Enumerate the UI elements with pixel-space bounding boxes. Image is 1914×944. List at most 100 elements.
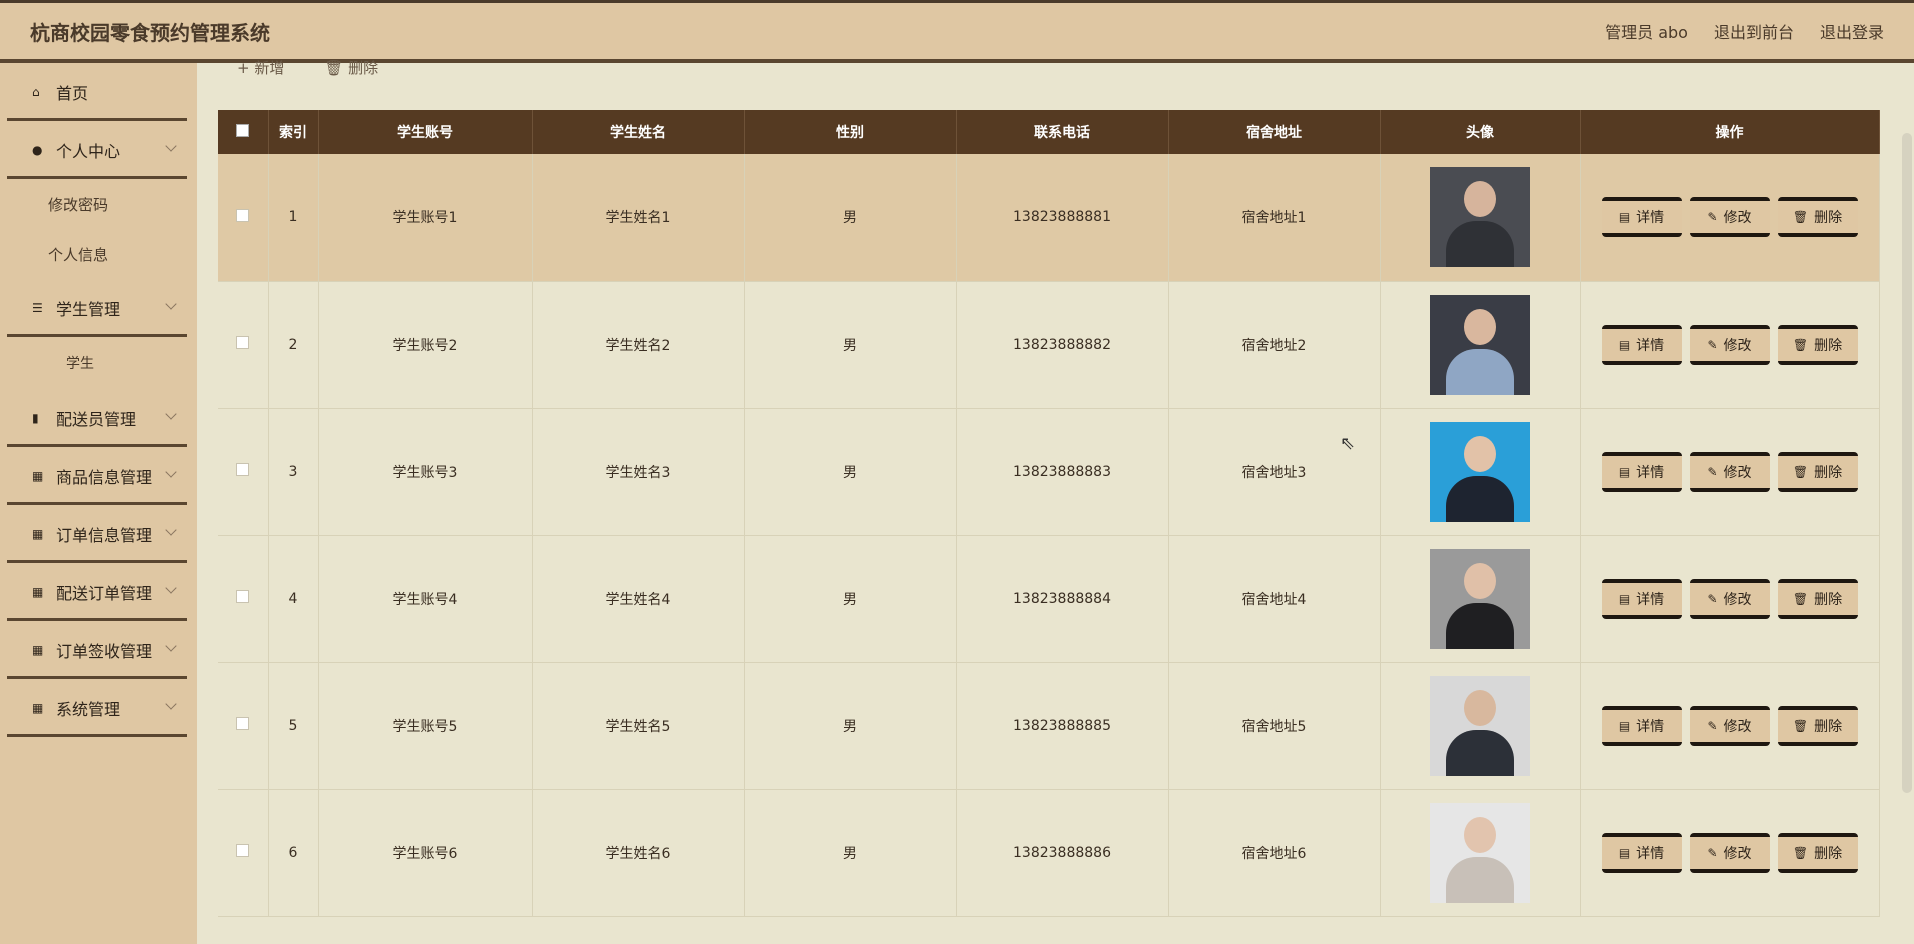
table-row: 4 学生账号4 学生姓名4 男 13823888884 宿舍地址4 ▤ 详情 ✎ 修… xyxy=(218,535,1880,663)
cell-gender: 男 xyxy=(744,154,957,282)
pencil-icon: ✎ xyxy=(1707,464,1718,479)
cell-address: 宿舍地址2 xyxy=(1168,281,1381,409)
col-gender: 性别 xyxy=(744,110,957,154)
cell-gender: 男 xyxy=(744,535,957,663)
col-address: 宿舍地址 xyxy=(1168,110,1381,154)
pencil-icon: ✎ xyxy=(1707,845,1718,860)
books-icon: ▮ xyxy=(32,411,39,425)
home-icon: ⌂ xyxy=(32,85,40,99)
cell-phone: 13823888886 xyxy=(956,789,1169,917)
table-row: 6 学生账号6 学生姓名6 男 13823888886 宿舍地址6 ▤ 详情 ✎ 修… xyxy=(218,789,1880,917)
edit-button[interactable]: ✎ 修改 xyxy=(1689,578,1770,619)
delete-button[interactable]: 🗑 删除 xyxy=(1777,578,1858,619)
cell-index: 3 xyxy=(268,408,319,536)
cell-address: 宿舍地址5 xyxy=(1168,662,1381,790)
table-row: 1 学生账号1 学生姓名1 男 13823888881 宿舍地址1 ▤ 详情 ✎ 修… xyxy=(218,154,1880,282)
grid-icon: ▦ xyxy=(32,527,44,541)
bulk-delete-button[interactable]: 🗑 删除 xyxy=(324,57,378,78)
sidebar-item-courier-mgmt[interactable]: ▮ 配送员管理 xyxy=(0,389,197,447)
cell-name: 学生姓名1 xyxy=(532,154,745,282)
row-checkbox[interactable] xyxy=(236,336,250,349)
trash-icon: 🗑 xyxy=(1792,337,1809,352)
pencil-icon: ✎ xyxy=(1707,591,1718,606)
detail-button[interactable]: ▤ 详情 xyxy=(1601,705,1682,746)
col-ops: 操作 xyxy=(1580,110,1880,154)
chevron-down-icon xyxy=(165,408,177,420)
detail-button[interactable]: ▤ 详情 xyxy=(1601,451,1682,492)
avatar xyxy=(1430,548,1530,649)
vertical-scrollbar[interactable] xyxy=(1902,133,1912,793)
toolbar: + 新增 🗑 删除 xyxy=(237,57,378,78)
sidebar-item-goods-mgmt[interactable]: ▦ 商品信息管理 xyxy=(0,447,197,505)
detail-button[interactable]: ▤ 详情 xyxy=(1601,578,1682,619)
avatar xyxy=(1430,675,1530,776)
row-checkbox[interactable] xyxy=(236,463,250,476)
trash-icon: 🗑 xyxy=(1792,591,1809,606)
edit-button[interactable]: ✎ 修改 xyxy=(1689,197,1770,238)
mouse-cursor-icon: ⇖ xyxy=(1340,433,1356,454)
col-avatar: 头像 xyxy=(1380,110,1581,154)
cell-index: 2 xyxy=(268,281,319,409)
sidebar-item-home[interactable]: ⌂ 首页 xyxy=(0,63,197,121)
delete-button[interactable]: 🗑 删除 xyxy=(1777,705,1858,746)
edit-button[interactable]: ✎ 修改 xyxy=(1689,451,1770,492)
sidebar-item-delivery-mgmt[interactable]: ▦ 配送订单管理 xyxy=(0,563,197,621)
pencil-icon: ✎ xyxy=(1707,337,1718,352)
delete-button[interactable]: 🗑 删除 xyxy=(1777,324,1858,365)
chevron-down-icon xyxy=(165,582,177,594)
sidebar-item-student-mgmt[interactable]: ☰ 学生管理 xyxy=(0,279,197,337)
sidebar-item-order-mgmt[interactable]: ▦ 订单信息管理 xyxy=(0,505,197,563)
detail-button[interactable]: ▤ 详情 xyxy=(1601,832,1682,873)
sidebar-item-personal-info[interactable]: 个人信息 xyxy=(0,229,197,279)
main-content: + 新增 🗑 删除 索引 学生账号 学生姓名 性别 联系电话 宿舍地址 头像 操… xyxy=(197,59,1914,944)
logout-link[interactable]: 退出登录 xyxy=(1820,19,1884,43)
document-icon: ▤ xyxy=(1618,464,1631,479)
delete-button[interactable]: 🗑 删除 xyxy=(1777,451,1858,492)
add-button[interactable]: + 新增 xyxy=(237,57,284,78)
cell-phone: 13823888884 xyxy=(956,535,1169,663)
top-header: 杭商校园零食预约管理系统 管理员 abo 退出到前台 退出登录 xyxy=(0,0,1914,63)
row-checkbox[interactable] xyxy=(236,717,250,730)
document-icon: ▤ xyxy=(1618,591,1631,606)
edit-button[interactable]: ✎ 修改 xyxy=(1689,705,1770,746)
avatar xyxy=(1430,294,1530,395)
cell-phone: 13823888882 xyxy=(956,281,1169,409)
table-row: 3 学生账号3 学生姓名3 男 13823888883 宿舍地址3 ▤ 详情 ✎ 修… xyxy=(218,408,1880,536)
sidebar-item-receipt-mgmt[interactable]: ▦ 订单签收管理 xyxy=(0,621,197,679)
sidebar-item-personal[interactable]: ● 个人中心 xyxy=(0,121,197,179)
exit-to-front-link[interactable]: 退出到前台 xyxy=(1714,19,1794,43)
trash-icon: 🗑 xyxy=(1792,845,1809,860)
cell-account: 学生账号1 xyxy=(318,154,533,282)
grid-icon: ▦ xyxy=(32,469,44,483)
row-checkbox[interactable] xyxy=(236,208,250,222)
table-row: 5 学生账号5 学生姓名5 男 13823888885 宿舍地址5 ▤ 详情 ✎ 修… xyxy=(218,662,1880,790)
trash-icon: 🗑 xyxy=(1792,718,1809,733)
pencil-icon: ✎ xyxy=(1707,718,1718,733)
delete-button[interactable]: 🗑 删除 xyxy=(1777,197,1858,238)
sidebar-item-change-password[interactable]: 修改密码 xyxy=(0,179,197,229)
cell-gender: 男 xyxy=(744,408,957,536)
chevron-down-icon xyxy=(165,140,177,152)
cell-index: 4 xyxy=(268,535,319,663)
row-checkbox[interactable] xyxy=(236,590,250,603)
col-account: 学生账号 xyxy=(318,110,533,154)
cell-address: 宿舍地址6 xyxy=(1168,789,1381,917)
detail-button[interactable]: ▤ 详情 xyxy=(1601,324,1682,365)
col-phone: 联系电话 xyxy=(956,110,1169,154)
row-checkbox[interactable] xyxy=(236,844,250,857)
delete-button[interactable]: 🗑 删除 xyxy=(1777,832,1858,873)
chevron-down-icon xyxy=(165,698,177,710)
edit-button[interactable]: ✎ 修改 xyxy=(1689,832,1770,873)
select-all-checkbox[interactable] xyxy=(236,123,250,137)
trash-icon: 🗑 xyxy=(1792,210,1809,225)
detail-button[interactable]: ▤ 详情 xyxy=(1601,197,1682,238)
cell-address: 宿舍地址1 xyxy=(1168,154,1381,282)
grid-icon: ▦ xyxy=(32,585,44,599)
cell-address: 宿舍地址3 xyxy=(1168,408,1381,536)
cell-account: 学生账号5 xyxy=(318,662,533,790)
sidebar-item-student[interactable]: 学生 xyxy=(0,337,197,389)
cell-name: 学生姓名4 xyxy=(532,535,745,663)
cell-gender: 男 xyxy=(744,281,957,409)
sidebar-item-system-mgmt[interactable]: ▦ 系统管理 xyxy=(0,679,197,737)
edit-button[interactable]: ✎ 修改 xyxy=(1689,324,1770,365)
